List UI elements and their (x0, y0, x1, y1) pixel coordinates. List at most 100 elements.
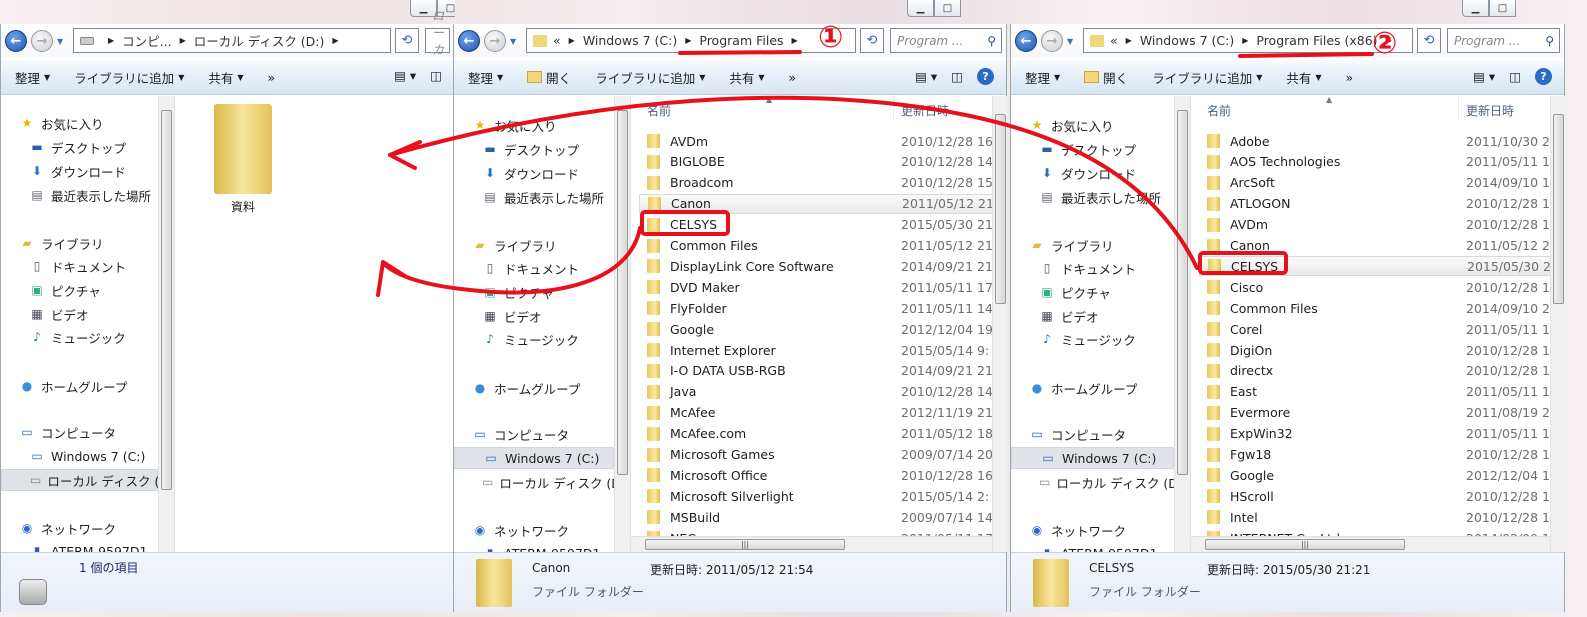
column-header-name[interactable]: 名前 (647, 102, 671, 119)
folder-row[interactable]: Microsoft Silverlight 2015/05/14 2: (639, 486, 1007, 506)
nav-item-videos[interactable]: ▦ ビデオ (454, 305, 614, 327)
forward-button[interactable]: → (1041, 30, 1063, 52)
nav-item-music[interactable]: ♪ ミュージック (1011, 328, 1174, 350)
folder-row[interactable]: Fgw18 2010/12/28 16 (1199, 445, 1565, 465)
folder-row[interactable]: I-O DATA USB-RGB 2014/09/21 21 (639, 361, 1007, 381)
share-button[interactable]: 共有 ▼ (729, 68, 764, 87)
nav-item-computer[interactable]: ▭ コンピュータ (454, 423, 614, 445)
back-button[interactable]: ← (5, 30, 27, 52)
nav-item-computer[interactable]: ▭ コンピュータ (1011, 423, 1174, 445)
nav-item-network-pc[interactable]: ▮ATERM-9597D1 (1, 540, 158, 553)
nav-scrollbar[interactable] (614, 96, 630, 552)
breadcrumb-separator[interactable]: ▶ (1126, 36, 1132, 45)
add-to-library-button[interactable]: ライブラリに追加 ▼ (595, 68, 705, 87)
nav-item-desktop[interactable]: ▬ デスクトップ (1011, 138, 1174, 160)
nav-item-recent[interactable]: ▤ 最近表示した場所 (1011, 186, 1174, 208)
preview-pane-button[interactable]: ◫ (430, 68, 442, 83)
preview-pane-button[interactable]: ◫ (951, 69, 963, 84)
share-button[interactable]: 共有 ▼ (208, 68, 243, 87)
add-to-library-button[interactable]: ライブラリに追加 ▼ (74, 68, 184, 87)
column-header-date[interactable]: 更新日時 (1466, 102, 1514, 119)
breadcrumb-separator[interactable]: ▶ (332, 36, 338, 45)
organize-button[interactable]: 整理 ▼ (1025, 68, 1060, 87)
minimize-button[interactable]: ▁ (1462, 0, 1489, 17)
help-icon[interactable]: ? (1535, 68, 1552, 85)
more-button[interactable]: » (268, 70, 276, 85)
breadcrumb-item[interactable]: Windows 7 (C:) (1140, 33, 1234, 48)
breadcrumb-item[interactable]: ローカル ディスク (D:) (194, 31, 325, 50)
folder-row[interactable]: AVDm 2010/12/28 16 (1199, 215, 1565, 235)
breadcrumb-separator[interactable]: ▶ (792, 36, 798, 45)
breadcrumb-separator[interactable]: ▶ (108, 36, 114, 45)
folder-row[interactable]: MSBuild 2009/07/14 14 (639, 507, 1007, 527)
maximize-button[interactable]: □ (1489, 0, 1516, 17)
nav-scrollbar[interactable] (158, 96, 174, 552)
folder-row[interactable]: ArcSoft 2014/09/10 19 (1199, 173, 1565, 193)
nav-item-documents[interactable]: ▯ ドキュメント (454, 257, 614, 279)
nav-item-recent[interactable]: ▤ 最近表示した場所 (1, 184, 158, 206)
more-button[interactable]: » (1346, 70, 1354, 85)
nav-item-pictures[interactable]: ▣ ピクチャ (1011, 281, 1174, 303)
folder-row[interactable]: Broadcom 2010/12/28 15 (639, 173, 1007, 193)
folder-row[interactable]: DVD Maker 2011/05/11 17 (639, 277, 1007, 297)
change-view-button[interactable]: ▤ ▾ (1473, 69, 1495, 84)
nav-item-libraries[interactable]: ▰ ライブラリ (1, 232, 158, 254)
nav-item-homegroup[interactable]: ● ホームグループ (1011, 377, 1174, 399)
folder-row[interactable]: HScroll 2010/12/28 14 (1199, 486, 1565, 506)
folder-row[interactable]: Common Files 2011/05/12 21 (639, 236, 1007, 256)
folder-row[interactable]: Canon 2011/05/12 21 (639, 193, 1007, 214)
folder-row[interactable]: McAfee.com 2011/05/12 18 (639, 424, 1007, 444)
nav-item-pictures[interactable]: ▣ ピクチャ (454, 281, 614, 303)
nav-item-drive-d[interactable]: ▭ ローカル ディスク (D:) (1011, 471, 1187, 493)
horizontal-scrollbar-thumb[interactable]: ||| (1205, 539, 1405, 550)
list-scrollbar-thumb[interactable] (1553, 114, 1564, 304)
nav-item-downloads[interactable]: ⬇ ダウンロード (1011, 162, 1174, 184)
open-button[interactable]: 開く (1084, 68, 1128, 87)
add-to-library-button[interactable]: ライブラリに追加 ▼ (1152, 68, 1262, 87)
nav-item-favorites[interactable]: ★ お気に入り (454, 114, 614, 136)
refresh-button[interactable]: ⟲ (395, 28, 419, 53)
minimize-button[interactable]: ▁ (907, 0, 934, 17)
folder-row[interactable]: ExpWin32 2011/05/11 14 (1199, 424, 1565, 444)
nav-item-network-pc[interactable]: ▮ATERM-9597D1 (1011, 542, 1174, 553)
address-bar[interactable]: « ▶ Windows 7 (C:) ▶ Program Files ▶ (526, 28, 856, 53)
search-input[interactable]: ローカル... (425, 9, 455, 74)
search-input[interactable]: Program ... ⚲ (890, 28, 1002, 53)
breadcrumb-separator[interactable]: ▶ (569, 36, 575, 45)
column-header-name[interactable]: 名前 (1207, 102, 1231, 119)
nav-item-videos[interactable]: ▦ ビデオ (1, 303, 158, 325)
nav-item-homegroup[interactable]: ● ホームグループ (454, 377, 614, 399)
nav-item-homegroup[interactable]: ● ホームグループ (1, 375, 158, 397)
folder-row[interactable]: Google 2012/12/04 19 (1199, 465, 1565, 485)
list-scrollbar[interactable] (992, 96, 1007, 552)
folder-row[interactable]: DigiOn 2010/12/28 16 (1199, 340, 1565, 360)
more-button[interactable]: » (789, 70, 797, 85)
horizontal-scrollbar[interactable]: ||| (631, 536, 992, 552)
help-icon[interactable]: ? (977, 68, 994, 85)
breadcrumb-item[interactable]: Windows 7 (C:) (583, 33, 677, 48)
folder-row[interactable]: AOS Technologies 2011/05/11 14 (1199, 152, 1565, 172)
folder-row[interactable]: DisplayLink Core Software 2014/09/21 21 (639, 256, 1007, 276)
nav-item-drive-d[interactable]: ▭ ローカル ディスク (D:) (454, 471, 630, 493)
folder-row[interactable]: Internet Explorer 2015/05/14 9: (639, 340, 1007, 360)
nav-item-downloads[interactable]: ⬇ ダウンロード (1, 160, 158, 182)
folder-row[interactable]: Common Files 2014/09/10 20 (1199, 298, 1565, 318)
nav-item-music[interactable]: ♪ ミュージック (1, 326, 158, 348)
folder-row[interactable]: Evermore 2011/08/19 23 (1199, 403, 1565, 423)
folder-row[interactable]: Microsoft Games 2009/07/14 20 (639, 445, 1007, 465)
breadcrumb-item[interactable]: Program Files (x86) (1256, 33, 1377, 48)
address-bar[interactable]: «▶ Windows 7 (C:) ▶ Program Files (x86) ▶ (1083, 28, 1413, 53)
folder-row[interactable]: Microsoft Office 2010/12/28 16 (639, 465, 1007, 485)
back-button[interactable]: ← (1015, 30, 1037, 52)
nav-item-drive-c[interactable]: ▭ Windows 7 (C:) (1, 445, 158, 467)
nav-item-favorites[interactable]: ★ お気に入り (1, 112, 158, 134)
breadcrumb-separator[interactable]: ▶ (180, 36, 186, 45)
nav-item-computer[interactable]: ▭ コンピュータ (1, 421, 158, 443)
breadcrumb-item[interactable]: コンピ... (122, 31, 171, 50)
nav-item-drive-d[interactable]: ▭ ローカル ディスク (D:) (1, 469, 174, 491)
change-view-button[interactable]: ▤ ▾ (394, 68, 416, 83)
maximize-button[interactable]: □ (934, 0, 961, 17)
folder-item[interactable]: 資料 (203, 104, 283, 215)
folder-row[interactable]: Google 2012/12/04 19 (639, 319, 1007, 339)
search-input[interactable]: Program ... ⚲ (1447, 28, 1560, 53)
